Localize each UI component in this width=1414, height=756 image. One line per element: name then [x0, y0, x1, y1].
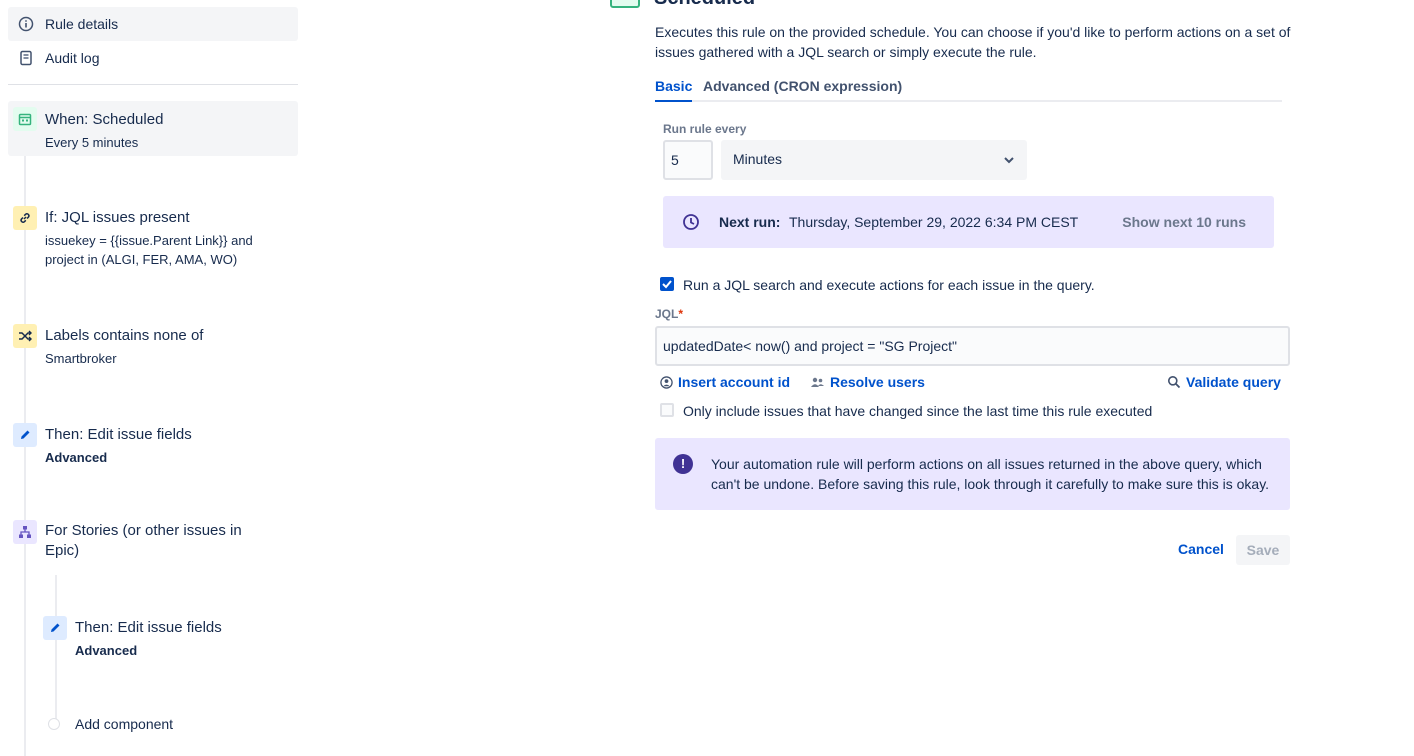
component-title: Then: Edit issue fields	[75, 619, 222, 636]
component-condition-labels[interactable]: Labels contains none of Smartbroker	[8, 318, 298, 373]
next-run-banner: Next run: Thursday, September 29, 2022 6…	[663, 196, 1274, 248]
nav-label: Rule details	[45, 16, 119, 32]
tab-advanced-cron[interactable]: Advanced (CRON expression)	[703, 78, 902, 100]
component-title: If: JQL issues present	[45, 209, 190, 226]
clock-icon	[682, 213, 700, 231]
save-button[interactable]: Save	[1236, 535, 1290, 565]
component-action-edit-nested[interactable]: Then: Edit issue fields Advanced	[38, 610, 298, 665]
tab-bar: Basic Advanced (CRON expression)	[655, 76, 1282, 102]
tab-basic[interactable]: Basic	[655, 78, 693, 102]
component-title: When: Scheduled	[45, 111, 164, 128]
add-component-label: Add component	[75, 716, 174, 732]
people-icon	[811, 377, 824, 387]
component-condition-jql[interactable]: If: JQL issues present issuekey = {{issu…	[8, 200, 298, 275]
calendar-icon	[13, 107, 37, 131]
cancel-button[interactable]: Cancel	[1170, 535, 1232, 565]
component-trigger-scheduled[interactable]: When: Scheduled Every 5 minutes	[8, 101, 298, 156]
pencil-icon	[43, 616, 67, 640]
only-include-checkbox[interactable]	[660, 403, 674, 417]
panel-title: Scheduled	[654, 0, 755, 10]
calendar-icon	[610, 0, 640, 8]
document-icon	[18, 50, 34, 66]
person-circle-icon	[660, 375, 673, 389]
warning-banner: ! Your automation rule will perform acti…	[655, 438, 1290, 510]
jql-search-checkbox[interactable]	[660, 277, 674, 291]
add-component-button[interactable]: Add component	[48, 716, 173, 732]
component-title: Then: Edit issue fields	[45, 426, 192, 443]
component-subtitle: Every 5 minutes	[45, 135, 139, 150]
unit-select-value: Minutes	[733, 151, 783, 167]
resolve-users-link[interactable]: Resolve users	[810, 374, 925, 390]
run-every-label: Run rule every	[663, 122, 747, 136]
required-marker: *	[678, 307, 684, 321]
nav-label: Audit log	[45, 50, 100, 66]
hierarchy-icon	[13, 520, 37, 544]
panel-description: Executes this rule on the provided sched…	[655, 24, 1291, 60]
jql-label-text: JQL	[655, 307, 679, 321]
nav-audit-log[interactable]: Audit log	[8, 41, 298, 75]
link-icon	[13, 206, 37, 230]
component-action-edit[interactable]: Then: Edit issue fields Advanced	[8, 417, 298, 472]
resolve-users-label: Resolve users	[830, 374, 925, 390]
component-subtitle: issuekey = {{issue.Parent Link}} and pro…	[45, 233, 253, 267]
jql-input[interactable]: updatedDate< now() and project = "SG Pro…	[655, 326, 1290, 366]
nav-rule-details[interactable]: Rule details	[8, 7, 298, 41]
validate-query-label: Validate query	[1186, 374, 1281, 390]
unit-select[interactable]: Minutes	[721, 140, 1027, 180]
warning-text: Your automation rule will perform action…	[711, 456, 1270, 492]
component-subtitle: Smartbroker	[45, 351, 117, 366]
exclamation-icon: !	[673, 454, 693, 474]
nav-divider	[8, 84, 298, 85]
add-dot-icon	[48, 718, 60, 730]
only-include-label: Only include issues that have changed si…	[683, 403, 1153, 419]
component-branch-stories[interactable]: For Stories (or other issues in Epic)	[8, 513, 298, 568]
pencil-icon	[13, 423, 37, 447]
component-title: For Stories (or other issues in Epic)	[45, 522, 242, 559]
chevron-down-icon	[1001, 152, 1017, 168]
run-every-input[interactable]: 5	[663, 140, 713, 180]
info-icon	[18, 16, 34, 32]
next-run-value: Thursday, September 29, 2022 6:34 PM CES…	[789, 214, 1079, 230]
insert-account-id-label: Insert account id	[678, 374, 791, 390]
insert-account-id-link[interactable]: Insert account id	[660, 374, 790, 390]
shuffle-icon	[13, 324, 37, 348]
jql-search-checkbox-label: Run a JQL search and execute actions for…	[683, 277, 1095, 293]
component-title: Labels contains none of	[45, 327, 204, 344]
component-subtitle: Advanced	[75, 643, 138, 658]
next-run-label: Next run:	[719, 214, 781, 230]
validate-query-link[interactable]: Validate query	[1167, 374, 1281, 390]
show-next-runs-button[interactable]: Show next 10 runs	[1122, 214, 1246, 230]
component-subtitle: Advanced	[45, 450, 108, 465]
search-icon	[1168, 376, 1181, 389]
jql-label: JQL*	[655, 307, 683, 321]
